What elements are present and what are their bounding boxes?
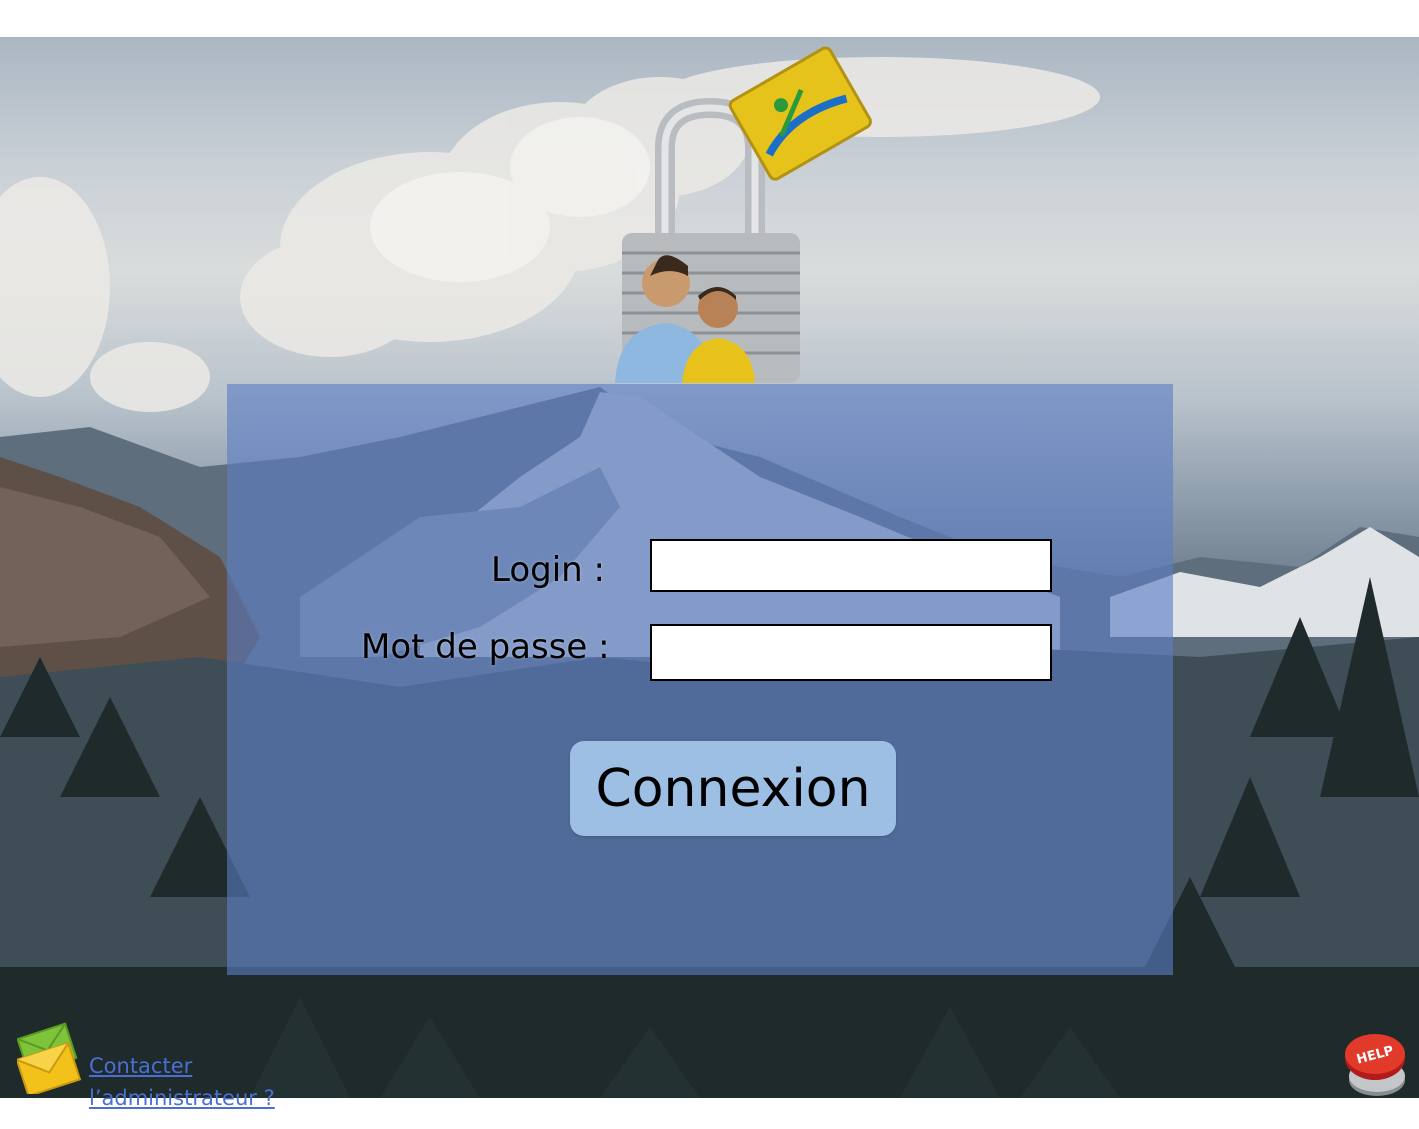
password-input[interactable] xyxy=(650,624,1052,681)
connexion-button[interactable]: Connexion xyxy=(570,741,896,836)
padlock-users-icon xyxy=(600,38,880,388)
help-button-icon[interactable]: HELP xyxy=(1341,1028,1413,1102)
password-label: Mot de passe : xyxy=(361,627,610,667)
login-label: Login : xyxy=(491,550,605,590)
envelope-icon[interactable] xyxy=(15,1022,83,1098)
contact-admin-link[interactable]: Contacter l’administrateur ? xyxy=(89,1050,359,1114)
login-input[interactable] xyxy=(650,539,1052,592)
